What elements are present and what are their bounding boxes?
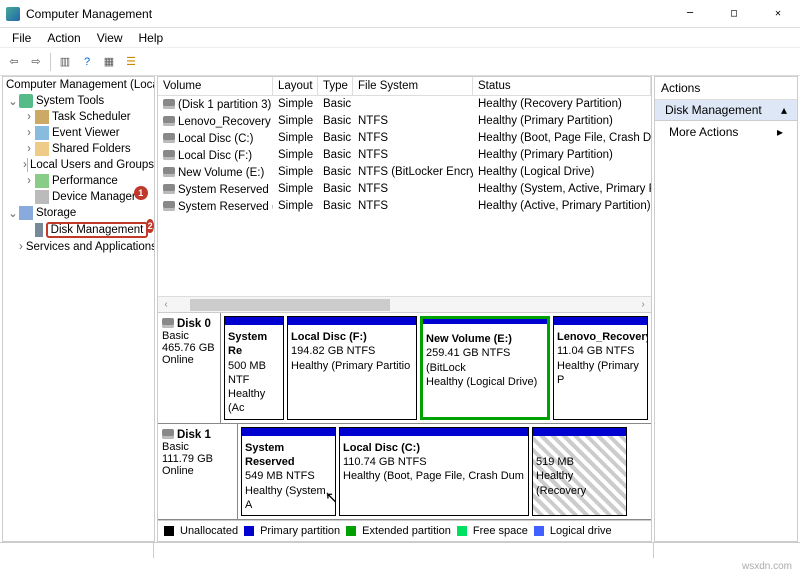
disk0-part-local-disc-f[interactable]: Local Disc (F:)194.82 GB NTFSHealthy (Pr… bbox=[287, 316, 417, 420]
actions-header: Actions bbox=[655, 77, 797, 100]
col-volume[interactable]: Volume bbox=[158, 77, 273, 95]
legend-swatch-extended bbox=[346, 526, 356, 536]
volume-row[interactable]: Local Disc (F:)SimpleBasicNTFSHealthy (P… bbox=[158, 147, 651, 164]
navigation-tree[interactable]: Computer Management (Local ⌄System Tools… bbox=[2, 76, 155, 542]
menu-file[interactable]: File bbox=[4, 29, 39, 47]
tree-device-manager[interactable]: Device Manager1 bbox=[3, 189, 154, 205]
legend-swatch-primary bbox=[244, 526, 254, 536]
title-bar: Computer Management ─ □ ✕ bbox=[0, 0, 800, 28]
tree-system-tools[interactable]: ⌄System Tools bbox=[3, 93, 154, 109]
disk-graphic-panel[interactable]: Disk 0 Basic465.76 GBOnline System Re500… bbox=[158, 312, 651, 520]
scroll-right-icon[interactable]: › bbox=[635, 299, 651, 310]
disk1-label: Disk 1 Basic111.79 GBOnline bbox=[158, 424, 238, 519]
collapse-icon: ▴ bbox=[781, 103, 787, 117]
window-title: Computer Management bbox=[26, 7, 668, 21]
scroll-left-icon[interactable]: ‹ bbox=[158, 299, 174, 310]
volume-row[interactable]: (Disk 1 partition 3)SimpleBasicHealthy (… bbox=[158, 96, 651, 113]
callout-badge-2: 2 bbox=[146, 219, 154, 233]
disk0-part-system-reserved[interactable]: System Re500 MB NTFHealthy (Ac bbox=[224, 316, 284, 420]
tree-services-apps[interactable]: ›Services and Applications bbox=[3, 239, 154, 255]
back-button[interactable]: ⇦ bbox=[4, 52, 24, 72]
app-icon bbox=[6, 7, 20, 21]
legend: Unallocated Primary partition Extended p… bbox=[158, 520, 651, 541]
tree-storage[interactable]: ⌄Storage bbox=[3, 205, 154, 221]
menu-view[interactable]: View bbox=[89, 29, 131, 47]
disk-row-1[interactable]: Disk 1 Basic111.79 GBOnline System Reser… bbox=[158, 424, 651, 520]
center-panel: Volume Layout Type File System Status (D… bbox=[157, 76, 652, 542]
maximize-button[interactable]: □ bbox=[712, 0, 756, 28]
tree-task-scheduler[interactable]: ›Task Scheduler bbox=[3, 109, 154, 125]
legend-swatch-logical bbox=[534, 526, 544, 536]
list-button[interactable]: ☰ bbox=[121, 52, 141, 72]
status-bar bbox=[0, 542, 800, 558]
legend-swatch-free bbox=[457, 526, 467, 536]
legend-swatch-unallocated bbox=[164, 526, 174, 536]
forward-button[interactable]: ⇨ bbox=[26, 52, 46, 72]
menu-action[interactable]: Action bbox=[39, 29, 88, 47]
volume-row[interactable]: System Reserved (D:)SimpleBasicNTFSHealt… bbox=[158, 198, 651, 215]
disk1-part-system-reserved[interactable]: System Reserved549 MB NTFSHealthy (Syste… bbox=[241, 427, 336, 516]
col-status[interactable]: Status bbox=[473, 77, 651, 95]
col-type[interactable]: Type bbox=[318, 77, 353, 95]
menu-bar: File Action View Help bbox=[0, 28, 800, 48]
scroll-thumb[interactable] bbox=[190, 299, 390, 311]
volume-list[interactable]: Volume Layout Type File System Status (D… bbox=[158, 77, 651, 312]
close-button[interactable]: ✕ bbox=[756, 0, 800, 28]
minimize-button[interactable]: ─ bbox=[668, 0, 712, 28]
chevron-right-icon: ▸ bbox=[777, 125, 783, 139]
volume-list-header[interactable]: Volume Layout Type File System Status bbox=[158, 77, 651, 96]
disk1-part-recovery[interactable]: 519 MBHealthy (Recovery bbox=[532, 427, 627, 516]
menu-help[interactable]: Help bbox=[131, 29, 172, 47]
volume-row[interactable]: System ReservedSimpleBasicNTFSHealthy (S… bbox=[158, 181, 651, 198]
volume-row[interactable]: New Volume (E:)SimpleBasicNTFS (BitLocke… bbox=[158, 164, 651, 181]
col-layout[interactable]: Layout bbox=[273, 77, 318, 95]
refresh-button[interactable]: ▦ bbox=[99, 52, 119, 72]
actions-more[interactable]: More Actions▸ bbox=[655, 121, 797, 143]
help-button[interactable]: ? bbox=[77, 52, 97, 72]
disk0-part-new-volume-e[interactable]: New Volume (E:)259.41 GB NTFS (BitLockHe… bbox=[420, 316, 550, 420]
disk-icon bbox=[162, 318, 174, 328]
disk0-part-lenovo-recovery[interactable]: Lenovo_Recovery11.04 GB NTFSHealthy (Pri… bbox=[553, 316, 648, 420]
tree-disk-management[interactable]: Disk Management2 bbox=[3, 221, 154, 239]
horizontal-scrollbar[interactable]: ‹ › bbox=[158, 296, 651, 312]
disk-icon bbox=[162, 429, 174, 439]
tree-event-viewer[interactable]: ›Event Viewer bbox=[3, 125, 154, 141]
tree-local-users[interactable]: ›Local Users and Groups bbox=[3, 157, 154, 173]
watermark: wsxdn.com bbox=[742, 561, 792, 572]
actions-group-disk-management[interactable]: Disk Management▴ bbox=[655, 100, 797, 121]
volume-row[interactable]: Lenovo_Recovery (G:)SimpleBasicNTFSHealt… bbox=[158, 113, 651, 130]
tree-shared-folders[interactable]: ›Shared Folders bbox=[3, 141, 154, 157]
disk-row-0[interactable]: Disk 0 Basic465.76 GBOnline System Re500… bbox=[158, 313, 651, 424]
tree-root[interactable]: Computer Management (Local bbox=[3, 77, 154, 93]
actions-panel: Actions Disk Management▴ More Actions▸ bbox=[654, 76, 798, 542]
col-filesystem[interactable]: File System bbox=[353, 77, 473, 95]
disk0-label: Disk 0 Basic465.76 GBOnline bbox=[158, 313, 221, 423]
toolbar: ⇦ ⇨ ▥ ? ▦ ☰ bbox=[0, 48, 800, 76]
disk1-part-local-disc-c[interactable]: Local Disc (C:)110.74 GB NTFSHealthy (Bo… bbox=[339, 427, 529, 516]
volume-row[interactable]: Local Disc (C:)SimpleBasicNTFSHealthy (B… bbox=[158, 130, 651, 147]
callout-badge-1: 1 bbox=[134, 186, 148, 200]
tree-performance[interactable]: ›Performance bbox=[3, 173, 154, 189]
show-hide-tree-button[interactable]: ▥ bbox=[55, 52, 75, 72]
